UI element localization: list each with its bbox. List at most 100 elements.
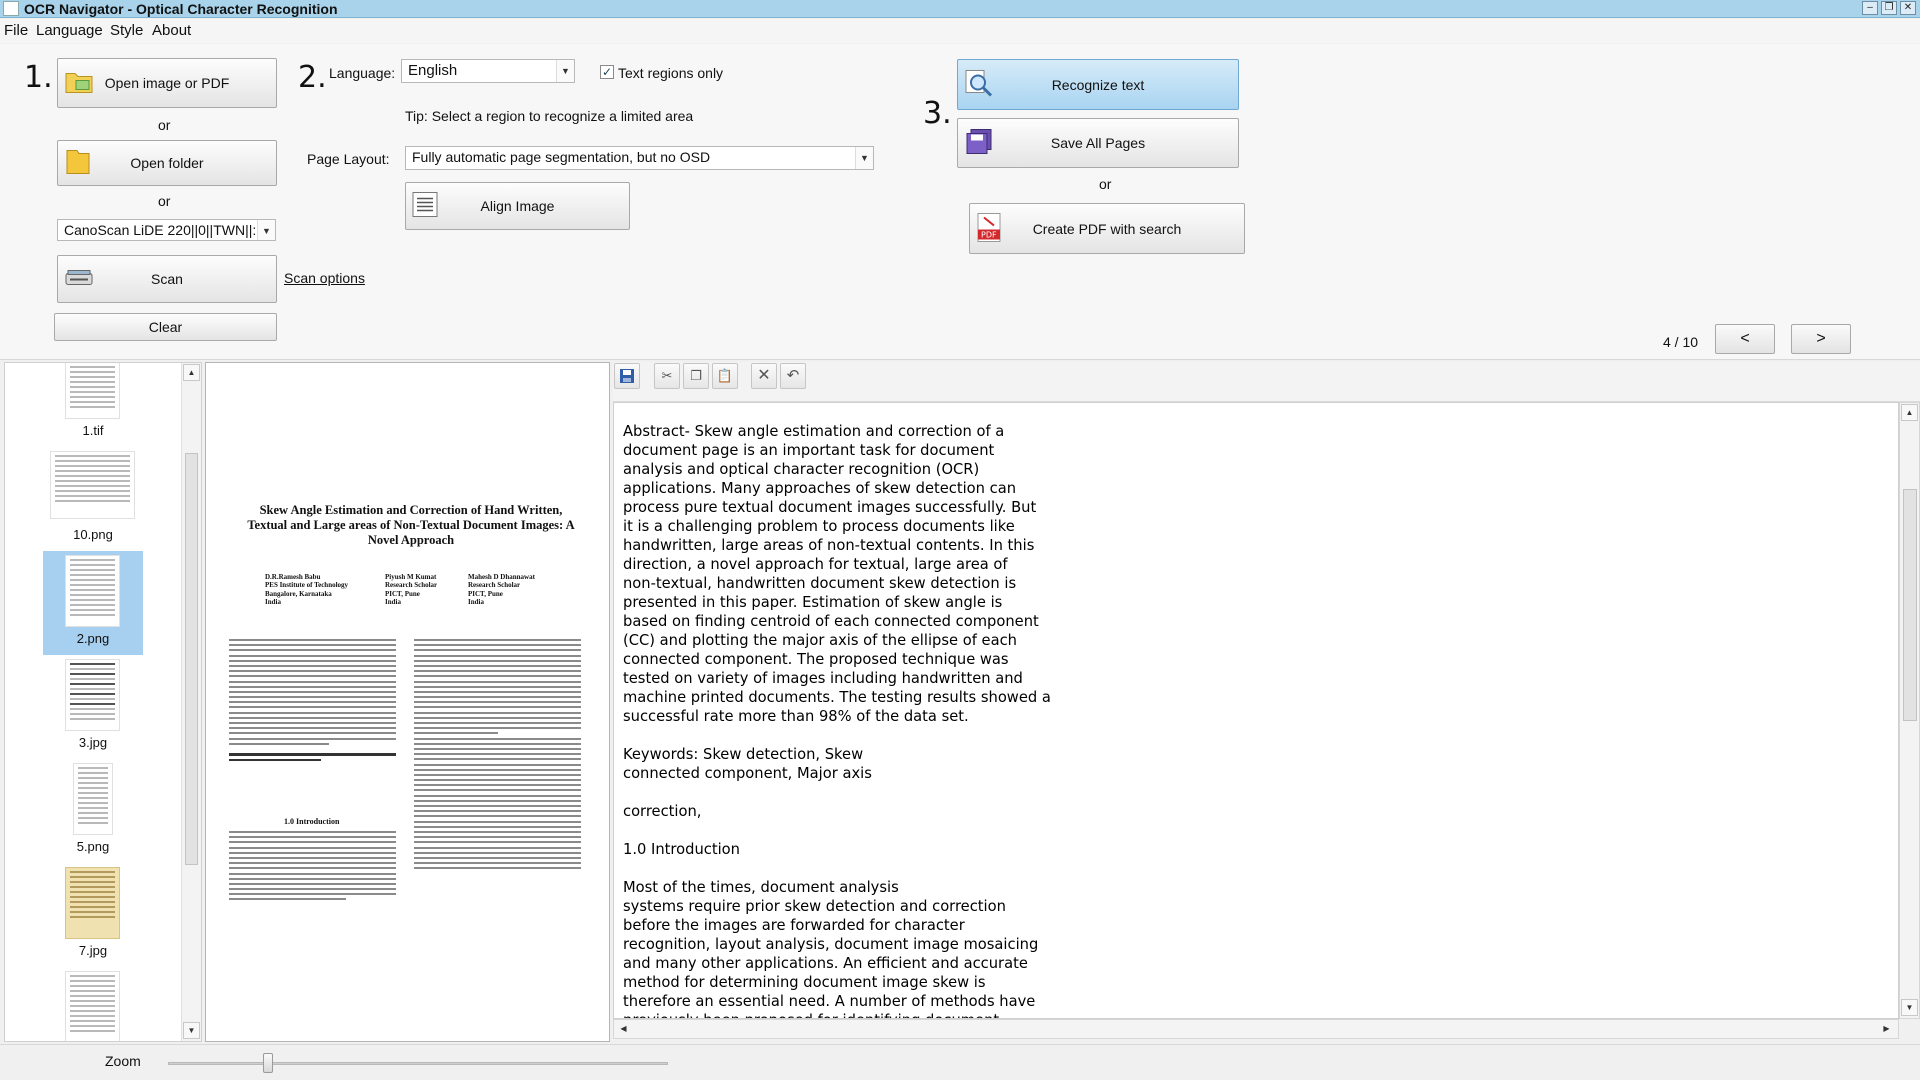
scanner-icon — [64, 265, 94, 294]
maximize-button[interactable]: ❐ — [1881, 1, 1897, 15]
scanner-select[interactable]: CanoScan LiDE 220||0||TWN||: ▼ — [57, 219, 276, 241]
pdf-icon: PDF — [976, 211, 1004, 246]
cut-icon[interactable]: ✂ — [654, 363, 680, 389]
align-image-button[interactable]: Align Image — [405, 182, 630, 230]
preview-paper-title: Skew Angle Estimation and Correction of … — [247, 503, 575, 547]
thumbnail-item[interactable]: 10.png — [43, 447, 143, 551]
open-folder-button[interactable]: Open folder — [57, 140, 277, 186]
create-pdf-button[interactable]: PDF Create PDF with search — [969, 203, 1245, 254]
thumbnail-label: 1.tif — [82, 423, 104, 438]
thumbnail-item[interactable]: 5.png — [43, 759, 143, 863]
minimize-button[interactable]: – — [1862, 1, 1878, 15]
scrollbar-thumb[interactable] — [1903, 489, 1917, 721]
clear-icon[interactable]: ✕ — [751, 363, 777, 389]
or-separator-3: or — [1099, 176, 1112, 192]
zoom-label: Zoom — [105, 1053, 141, 1069]
prev-page-button[interactable]: < — [1715, 324, 1775, 354]
magnifier-icon — [964, 68, 994, 101]
menu-style[interactable]: Style — [110, 22, 143, 39]
scroll-up-icon[interactable]: ▲ — [1901, 404, 1918, 421]
preview-author-2: Piyush M Kumat Research Scholar PICT, Pu… — [385, 573, 438, 607]
thumbnail-item[interactable]: 2.png — [43, 551, 143, 655]
thumbnail-image — [65, 971, 120, 1041]
ocr-text-content[interactable]: Abstract- Skew angle estimation and corr… — [623, 422, 1863, 1018]
step-3-label: 3. — [923, 96, 952, 131]
text-regions-checkbox[interactable]: ✓ — [600, 65, 614, 79]
open-image-label: Open image or PDF — [104, 75, 230, 91]
open-image-button[interactable]: Open image or PDF — [57, 58, 277, 108]
thumbnail-image — [65, 867, 120, 939]
save-all-pages-label: Save All Pages — [1050, 135, 1146, 151]
save-all-pages-button[interactable]: Save All Pages — [957, 118, 1239, 168]
svg-text:PDF: PDF — [981, 230, 997, 239]
preview-column-left-intro — [229, 831, 396, 904]
preview-column-right — [414, 639, 581, 872]
thumbnail-image — [65, 555, 120, 627]
thumbnail-item[interactable]: 3.jpg — [43, 655, 143, 759]
chevron-down-icon: ▼ — [257, 220, 275, 240]
language-value: English — [408, 62, 458, 79]
thumbnail-item[interactable]: 7.jpg — [43, 863, 143, 967]
preview-author-1: D.R.Ramesh Babu PES Institute of Technol… — [265, 573, 349, 607]
menu-about[interactable]: About — [152, 22, 191, 39]
recognize-text-button[interactable]: Recognize text — [957, 59, 1239, 110]
recognize-text-label: Recognize text — [1051, 76, 1145, 93]
thumbnail-scrollbar[interactable]: ▲ ▼ — [181, 363, 201, 1041]
chevron-down-icon: ▼ — [855, 147, 873, 169]
app-icon — [3, 1, 19, 16]
thumbnail-label: 10.png — [73, 527, 113, 542]
thumbnail-item[interactable]: 1.tif — [43, 363, 143, 447]
scan-button[interactable]: Scan — [57, 255, 277, 303]
preview-column-left — [229, 639, 396, 764]
folder-image-icon — [64, 67, 94, 100]
save-icon[interactable] — [614, 363, 640, 389]
close-button[interactable]: ✕ — [1900, 1, 1916, 15]
zoom-bar: Zoom — [0, 1044, 1920, 1080]
thumbnail-image — [65, 659, 120, 731]
scan-label: Scan — [151, 271, 183, 287]
document-preview[interactable]: Skew Angle Estimation and Correction of … — [205, 362, 610, 1042]
clear-button[interactable]: Clear — [54, 313, 277, 341]
editor-toolbar: ✂ ❐ 📋 ✕ ↶ — [613, 362, 1920, 402]
copy-icon[interactable]: ❐ — [683, 363, 709, 389]
editor-vertical-scrollbar[interactable]: ▲ ▼ — [1899, 402, 1920, 1019]
scan-options-link[interactable]: Scan options — [284, 270, 365, 286]
undo-icon[interactable]: ↶ — [780, 363, 806, 389]
menu-file[interactable]: File — [4, 22, 28, 39]
clear-label: Clear — [148, 319, 183, 335]
scroll-right-icon[interactable]: ▶ — [1878, 1021, 1895, 1038]
next-page-button[interactable]: > — [1791, 324, 1851, 354]
zoom-slider-handle[interactable] — [263, 1053, 273, 1073]
chevron-down-icon: ▼ — [556, 60, 574, 82]
scroll-up-icon[interactable]: ▲ — [183, 364, 200, 381]
window-title: OCR Navigator - Optical Character Recogn… — [24, 1, 338, 17]
or-separator-1: or — [158, 117, 171, 133]
ocr-text-editor[interactable]: Abstract- Skew angle estimation and corr… — [613, 402, 1899, 1019]
align-image-label: Align Image — [480, 198, 555, 214]
page-layout-label: Page Layout: — [307, 151, 390, 167]
page-layout-select[interactable]: Fully automatic page segmentation, but n… — [405, 146, 874, 170]
editor-horizontal-scrollbar[interactable]: ◀ ▶ — [613, 1019, 1899, 1039]
create-pdf-label: Create PDF with search — [1032, 220, 1182, 237]
title-bar: OCR Navigator - Optical Character Recogn… — [0, 0, 1920, 18]
save-all-icon — [964, 127, 994, 160]
scroll-left-icon[interactable]: ◀ — [615, 1021, 632, 1038]
align-icon — [412, 192, 438, 221]
scrollbar-thumb[interactable] — [185, 453, 198, 865]
paste-icon[interactable]: 📋 — [712, 363, 738, 389]
thumbnail-image — [65, 363, 120, 419]
scanner-value: CanoScan LiDE 220||0||TWN||: — [64, 222, 257, 238]
scroll-down-icon[interactable]: ▼ — [1901, 999, 1918, 1016]
thumbnail-item[interactable] — [43, 967, 143, 1041]
thumbnail-label: 2.png — [76, 631, 110, 646]
or-separator-2: or — [158, 193, 171, 209]
thumbnail-image — [50, 451, 135, 519]
tip-text: Tip: Select a region to recognize a limi… — [405, 108, 694, 124]
text-regions-label: Text regions only — [618, 65, 724, 81]
language-label: Language: — [329, 65, 396, 81]
zoom-slider-track[interactable] — [168, 1062, 668, 1065]
menu-language[interactable]: Language — [36, 22, 103, 39]
step-2-label: 2. — [298, 60, 327, 95]
language-select[interactable]: English ▼ — [401, 59, 575, 83]
scroll-down-icon[interactable]: ▼ — [183, 1022, 200, 1039]
